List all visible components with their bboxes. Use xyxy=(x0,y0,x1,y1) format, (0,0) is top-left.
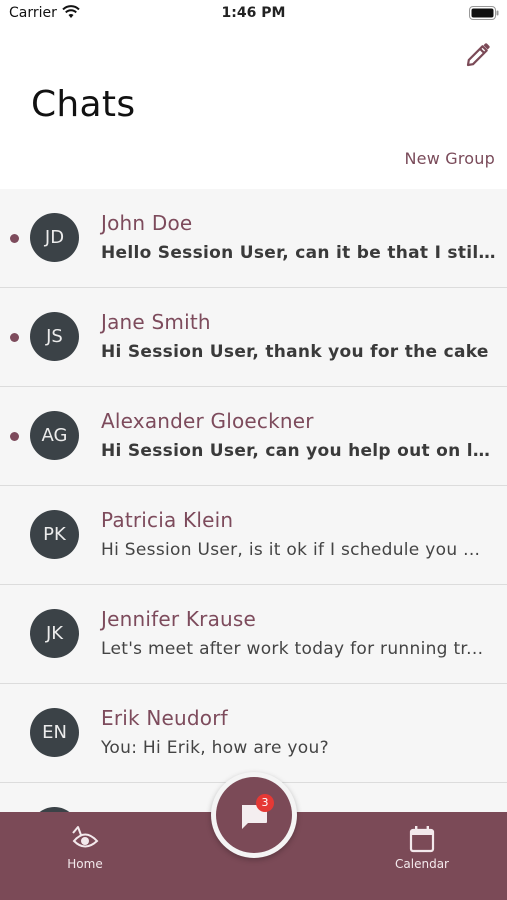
unread-count-badge: 3 xyxy=(256,794,274,812)
chat-row[interactable]: AG Alexander Gloeckner Hi Session User, … xyxy=(0,387,507,486)
avatar: EN xyxy=(30,708,79,757)
chat-name: Patricia Klein xyxy=(101,508,234,532)
page-title: Chats xyxy=(31,84,136,125)
chats-fab-button[interactable]: 3 xyxy=(216,777,292,853)
status-bar: Carrier 1:46 PM xyxy=(0,0,507,26)
calendar-icon xyxy=(409,826,435,853)
chat-name: Jane Smith xyxy=(101,310,211,334)
chat-preview: Hi Session User, can you help out on li.… xyxy=(101,441,496,461)
home-eye-icon xyxy=(72,826,99,848)
avatar: AG xyxy=(30,411,79,460)
nav-calendar-label: Calendar xyxy=(395,857,449,871)
chat-row[interactable]: JK Jennifer Krause Let's meet after work… xyxy=(0,585,507,684)
pencil-icon xyxy=(466,43,490,67)
chat-preview: Hello Session User, can it be that I sti… xyxy=(101,243,496,263)
chat-preview: Hi Session User, is it ok if I schedule … xyxy=(101,540,481,560)
unread-indicator xyxy=(10,432,19,441)
avatar: JS xyxy=(30,312,79,361)
chat-row[interactable]: PK Patricia Klein Hi Session User, is it… xyxy=(0,486,507,585)
avatar: JK xyxy=(30,609,79,658)
chat-preview: You: Hi Erik, how are you? xyxy=(101,738,329,758)
chat-list[interactable]: JD John Doe Hello Session User, can it b… xyxy=(0,189,507,812)
chat-preview: Hi Session User, thank you for the cake xyxy=(101,342,489,362)
unread-indicator xyxy=(10,234,19,243)
avatar: JD xyxy=(30,213,79,262)
nav-calendar[interactable]: Calendar xyxy=(392,824,452,871)
chat-row[interactable]: JS Jane Smith Hi Session User, thank you… xyxy=(0,288,507,387)
chat-name: Jennifer Krause xyxy=(101,607,257,631)
nav-home[interactable]: Home xyxy=(60,824,110,871)
chat-name: John Doe xyxy=(101,211,193,235)
chat-preview: Let's meet after work today for running … xyxy=(101,639,484,659)
chat-row[interactable]: EN Erik Neudorf You: Hi Erik, how are yo… xyxy=(0,684,507,783)
compose-button[interactable] xyxy=(463,40,493,70)
chat-name: Alexander Gloeckner xyxy=(101,409,314,433)
battery-icon xyxy=(469,6,499,24)
unread-indicator xyxy=(10,333,19,342)
chat-row[interactable]: JD John Doe Hello Session User, can it b… xyxy=(0,189,507,288)
status-time: 1:46 PM xyxy=(221,5,286,21)
new-group-button[interactable]: New Group xyxy=(405,149,496,168)
nav-home-label: Home xyxy=(67,857,103,871)
avatar: PK xyxy=(30,510,79,559)
chat-name: Erik Neudorf xyxy=(101,706,228,730)
